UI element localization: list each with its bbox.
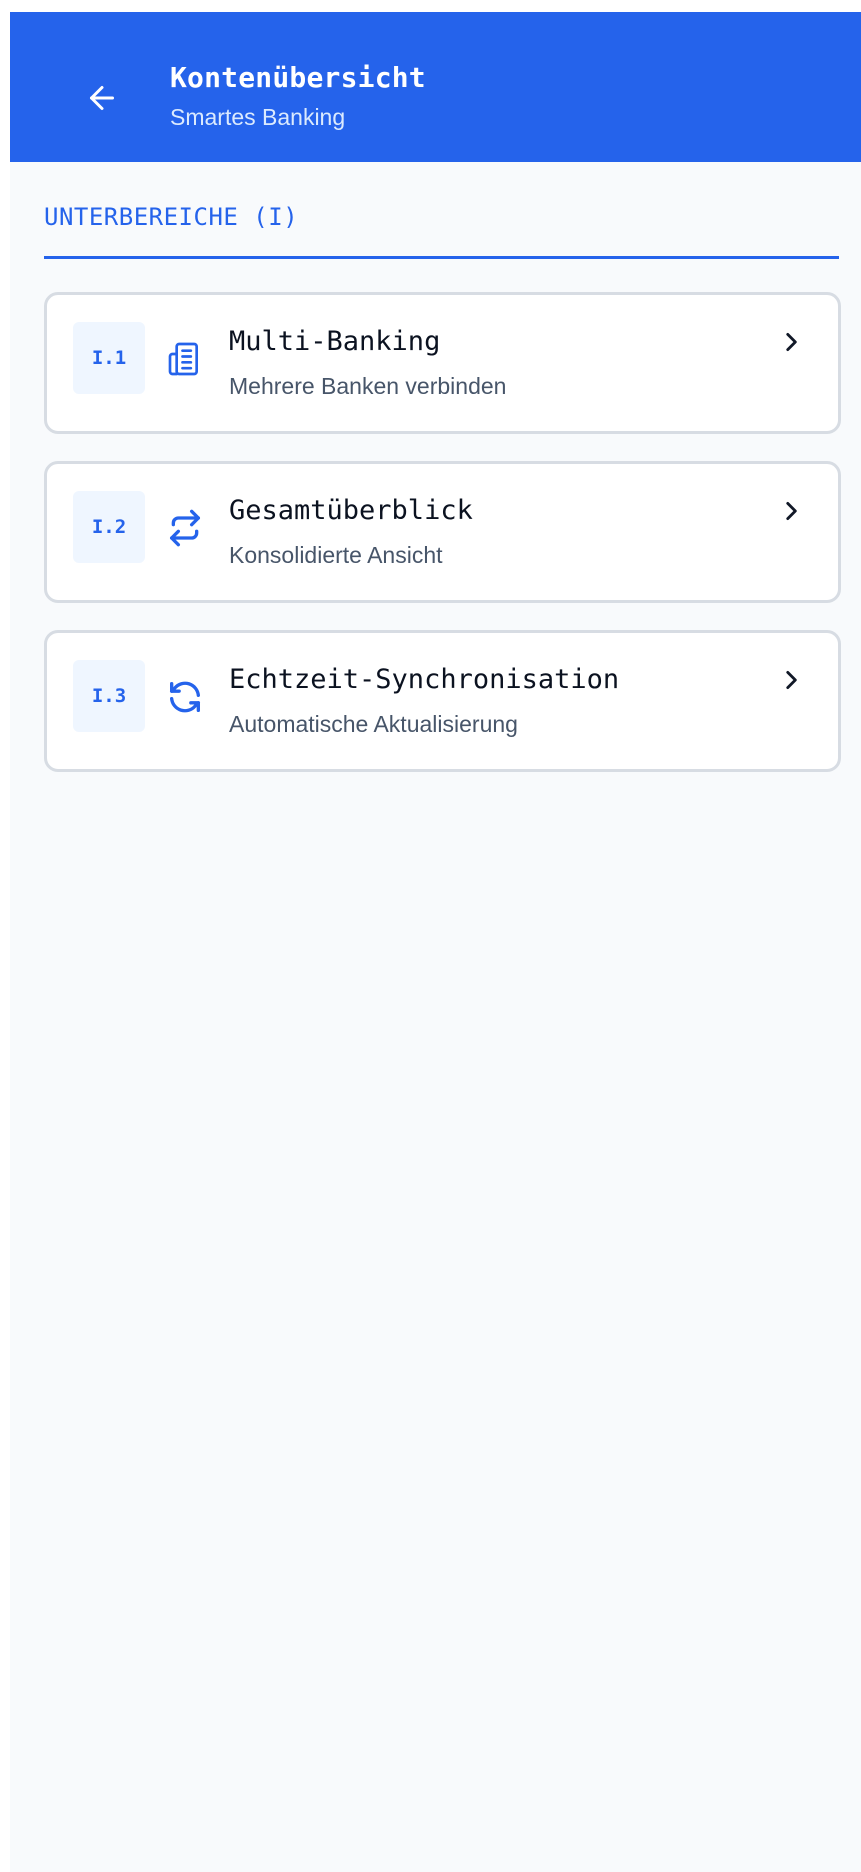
subsection-title: Echtzeit-Synchronisation	[229, 664, 620, 695]
chevron-right-icon	[778, 498, 804, 524]
subsection-subtitle: Automatische Aktualisierung	[229, 711, 518, 737]
subsection-title: Multi-Banking	[229, 326, 441, 357]
subsection-title: Gesamtüberblick	[229, 495, 473, 526]
arrow-left-icon	[90, 86, 114, 110]
section-heading: UNTERBEREICHE (I)	[44, 203, 299, 231]
refresh-icon	[165, 677, 205, 717]
page-subtitle: Smartes Banking	[170, 104, 346, 130]
app-header: Kontenübersicht Smartes Banking	[10, 12, 861, 162]
subsection-code-badge: I.2	[73, 491, 145, 563]
subsection-subtitle: Mehrere Banken verbinden	[229, 373, 507, 399]
building-icon	[165, 339, 205, 379]
subsection-subtitle: Konsolidierte Ansicht	[229, 542, 443, 568]
app-screen: Kontenübersicht Smartes Banking UNTERBER…	[10, 12, 861, 1872]
subsection-card-gesamtueberblick[interactable]: I.2 Gesamtüberblick Konsolidierte Ansich…	[44, 461, 841, 603]
chevron-right-icon	[778, 329, 804, 355]
chevron-right-icon	[778, 667, 804, 693]
subsection-code-badge: I.1	[73, 322, 145, 394]
section-divider	[44, 256, 839, 259]
subsection-card-echtzeit-synchronisation[interactable]: I.3 Echtzeit-Synchronisation Automatisch…	[44, 630, 841, 772]
subsection-card-multi-banking[interactable]: I.1 Multi-Banking Mehrere Banken verbind…	[44, 292, 841, 434]
page-title: Kontenübersicht	[170, 61, 426, 94]
back-button[interactable]	[72, 68, 132, 128]
arrows-exchange-icon	[165, 508, 205, 548]
subsection-code-badge: I.3	[73, 660, 145, 732]
